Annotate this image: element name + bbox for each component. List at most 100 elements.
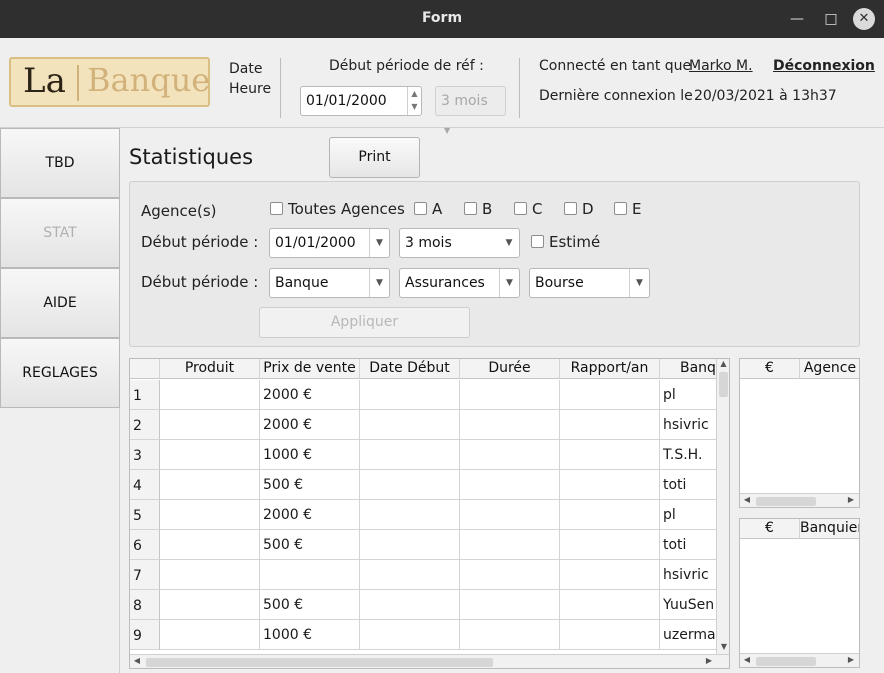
row-header[interactable]: 3 [130,440,160,470]
horizontal-scroll-thumb[interactable] [146,658,493,667]
cell-rapport[interactable] [560,530,660,560]
agency-summary-table[interactable]: € Agence ◀ ▶ [739,358,860,508]
cell-rapport[interactable] [560,410,660,440]
spin-up-icon[interactable]: ▲ [408,87,421,100]
cell-prix[interactable]: 500 € [260,590,360,620]
cell-produit[interactable] [160,530,260,560]
agency-d-checkbox[interactable] [564,202,577,215]
cell-date-debut[interactable] [360,620,460,650]
ref-period-duration-select[interactable]: 3 mois ▼ [435,86,506,135]
horizontal-scroll-thumb[interactable] [756,497,816,506]
horizontal-scroll-thumb[interactable] [756,657,816,666]
cell-prix[interactable]: 500 € [260,530,360,560]
chevron-down-icon[interactable]: ▼ [369,229,389,257]
agency-c-checkbox[interactable] [514,202,527,215]
duration-select[interactable]: 3 mois ▼ [399,228,520,258]
cell-rapport[interactable] [560,590,660,620]
close-icon[interactable]: ✕ [853,8,875,30]
table-vertical-scrollbar[interactable]: ▲ ▼ [716,359,729,654]
products-table[interactable]: Produit Prix de vente Date Début Durée R… [129,358,730,669]
scroll-right-icon[interactable]: ▶ [846,495,856,504]
cell-produit[interactable] [160,500,260,530]
cell-prix[interactable]: 1000 € [260,620,360,650]
row-header[interactable]: 1 [130,380,160,410]
vertical-scroll-thumb[interactable] [719,372,728,397]
column-header-date-debut[interactable]: Date Début [360,359,460,379]
column-header-produit[interactable]: Produit [160,359,260,379]
apply-button[interactable]: Appliquer [259,307,470,338]
scroll-left-icon[interactable]: ◀ [742,495,752,504]
cell-prix[interactable]: 2000 € [260,500,360,530]
cell-prix[interactable]: 1000 € [260,440,360,470]
all-agencies-checkbox[interactable] [270,202,283,215]
cell-duree[interactable] [460,560,560,590]
cell-duree[interactable] [460,500,560,530]
cell-rapport[interactable] [560,560,660,590]
cell-duree[interactable] [460,380,560,410]
cell-produit[interactable] [160,470,260,500]
chevron-down-icon[interactable]: ▼ [369,269,389,297]
cell-prix[interactable] [260,560,360,590]
scroll-right-icon[interactable]: ▶ [846,655,856,664]
column-header-agence[interactable]: Agence [800,359,859,379]
row-header[interactable]: 5 [130,500,160,530]
row-header[interactable]: 8 [130,590,160,620]
chevron-down-icon[interactable]: ▼ [499,229,519,257]
cell-duree[interactable] [460,440,560,470]
cell-produit[interactable] [160,380,260,410]
agency-e-checkbox[interactable] [614,202,627,215]
cell-date-debut[interactable] [360,380,460,410]
cell-rapport[interactable] [560,380,660,410]
category-select-stock[interactable]: Bourse ▼ [529,268,650,298]
cell-prix[interactable]: 2000 € [260,380,360,410]
cell-date-debut[interactable] [360,530,460,560]
cell-produit[interactable] [160,410,260,440]
cell-rapport[interactable] [560,500,660,530]
date-spinner[interactable]: ▲ ▼ [407,87,421,115]
cell-duree[interactable] [460,410,560,440]
print-button[interactable]: Print [329,137,420,178]
cell-duree[interactable] [460,530,560,560]
column-header-prix[interactable]: Prix de vente [260,359,360,379]
row-header[interactable]: 4 [130,470,160,500]
cell-produit[interactable] [160,440,260,470]
agency-a-checkbox[interactable] [414,202,427,215]
row-header[interactable]: 9 [130,620,160,650]
column-header-euro[interactable]: € [740,519,800,539]
cell-produit[interactable] [160,560,260,590]
cell-date-debut[interactable] [360,410,460,440]
cell-duree[interactable] [460,590,560,620]
column-header-rapport[interactable]: Rapport/an [560,359,660,379]
user-name-link[interactable]: Marko M. [689,58,753,74]
cell-prix[interactable]: 2000 € [260,410,360,440]
banker-summary-table[interactable]: € Banquier ◀ ▶ [739,518,860,668]
cell-duree[interactable] [460,470,560,500]
cell-prix[interactable]: 500 € [260,470,360,500]
maximize-icon[interactable]: □ [820,8,842,30]
category-select-bank[interactable]: Banque ▼ [269,268,390,298]
table-horizontal-scrollbar[interactable]: ◀ ▶ [130,654,729,668]
scroll-left-icon[interactable]: ◀ [132,656,142,665]
sidebar-item-reglages[interactable]: REGLAGES [0,338,120,408]
cell-rapport[interactable] [560,620,660,650]
scroll-right-icon[interactable]: ▶ [704,656,714,665]
cell-rapport[interactable] [560,440,660,470]
sidebar-item-stat[interactable]: STAT [0,198,120,268]
ref-period-date-input[interactable]: 01/01/2000 ▲ ▼ [300,86,422,116]
column-header-euro[interactable]: € [740,359,800,379]
cell-date-debut[interactable] [360,590,460,620]
column-header-duree[interactable]: Durée [460,359,560,379]
minimize-icon[interactable]: — [786,8,808,30]
cell-date-debut[interactable] [360,560,460,590]
cell-produit[interactable] [160,590,260,620]
cell-date-debut[interactable] [360,500,460,530]
row-header[interactable]: 2 [130,410,160,440]
side-table-1-horizontal-scrollbar[interactable]: ◀ ▶ [740,493,859,507]
row-header[interactable]: 6 [130,530,160,560]
row-header[interactable]: 7 [130,560,160,590]
cell-rapport[interactable] [560,470,660,500]
column-header-banquier[interactable]: Banquier [800,519,859,539]
scroll-left-icon[interactable]: ◀ [742,655,752,664]
cell-date-debut[interactable] [360,440,460,470]
logout-link[interactable]: Déconnexion [773,58,875,74]
